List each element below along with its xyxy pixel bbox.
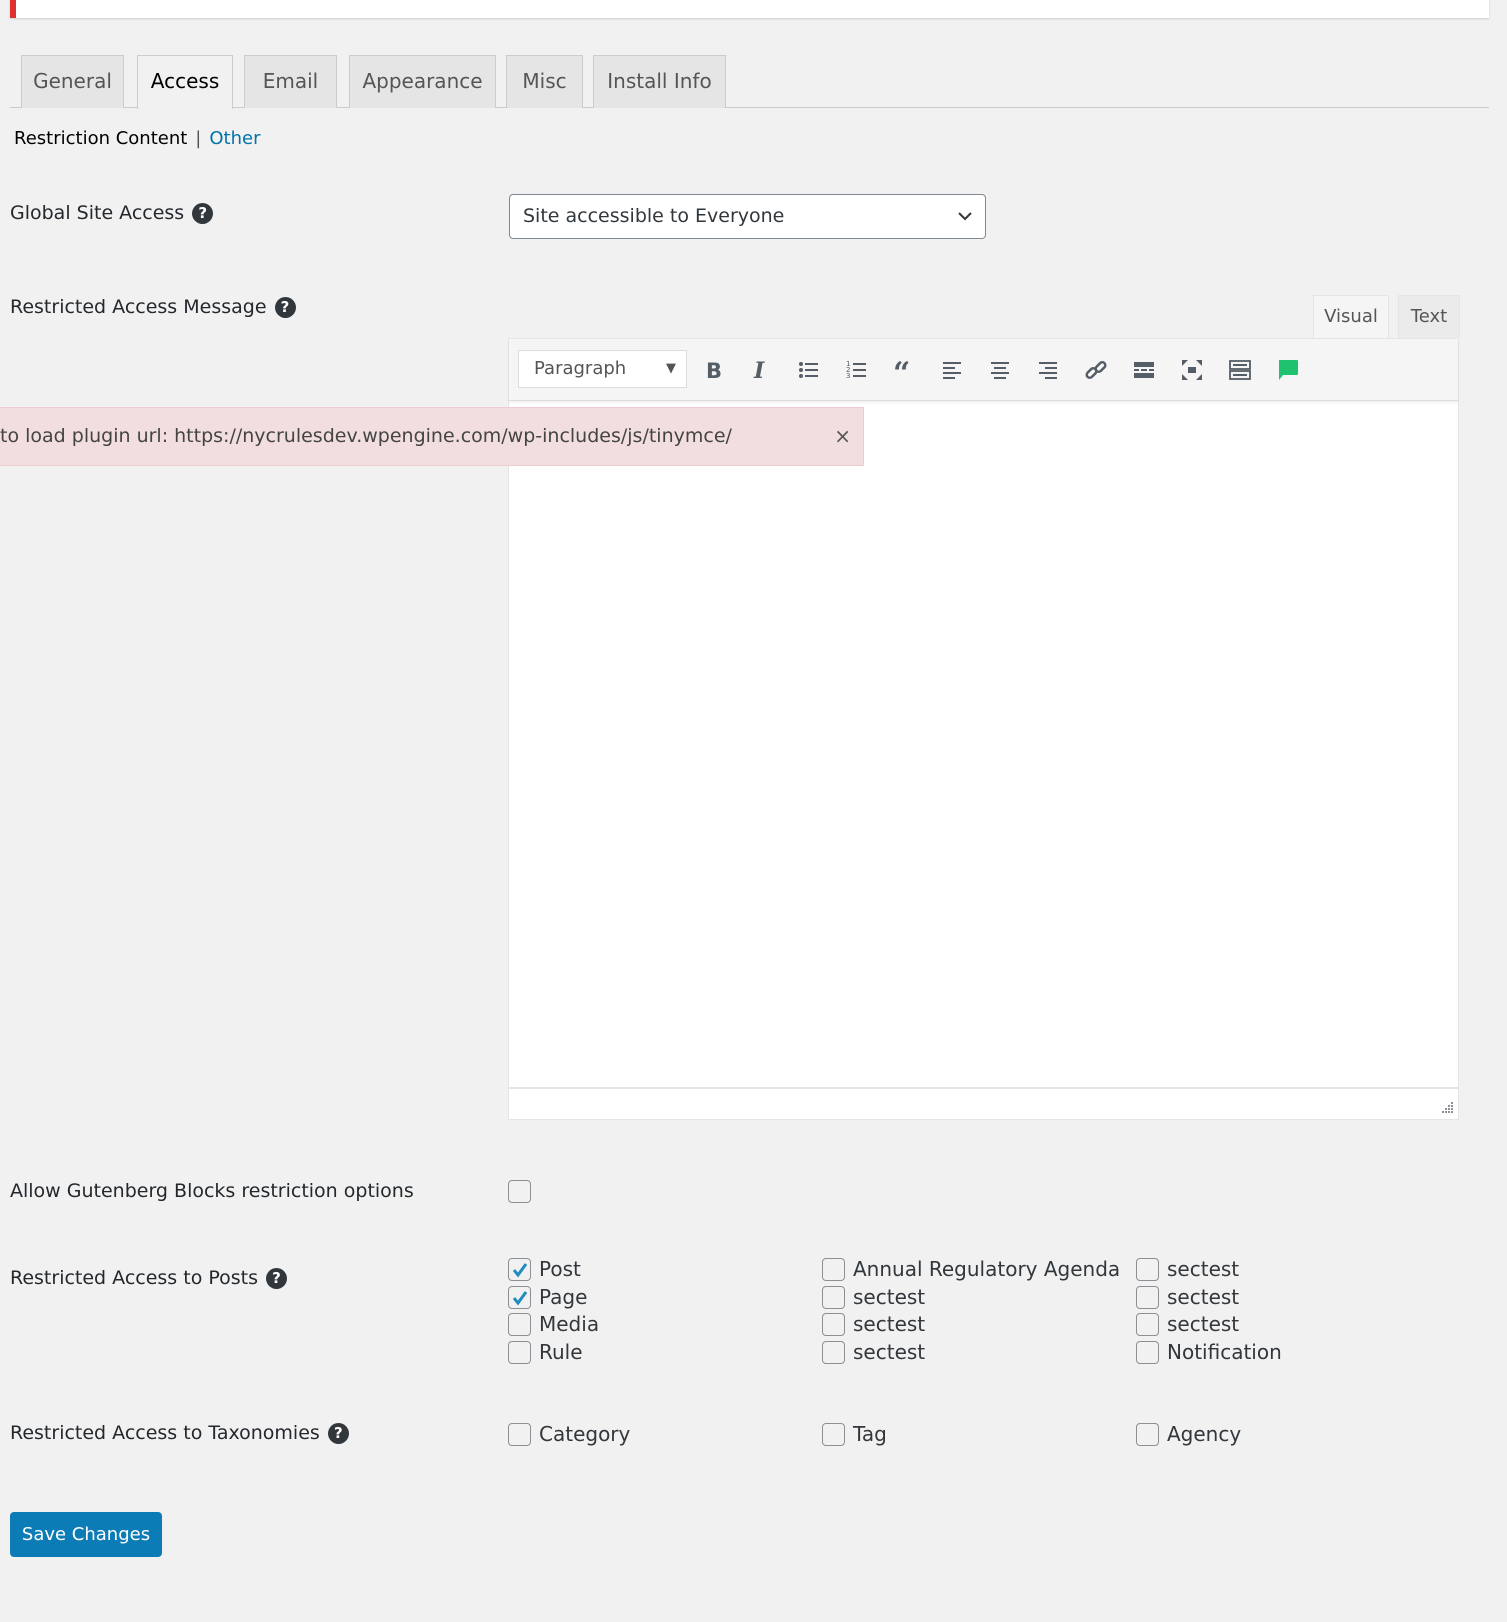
editor-status-bar: [509, 1087, 1458, 1119]
editor-toolbar: Paragraph ▼ B I 123 “: [509, 339, 1458, 401]
subnav-separator: |: [195, 128, 202, 149]
editor-content-area[interactable]: [509, 402, 1458, 1085]
fullscreen-icon[interactable]: [1175, 353, 1209, 387]
post-type-sectest-checkbox[interactable]: [1136, 1258, 1159, 1281]
post-type-sectest-label: sectest: [1167, 1284, 1240, 1309]
tab-access[interactable]: Access: [137, 55, 233, 109]
post-type-sectest-checkbox[interactable]: [822, 1285, 845, 1309]
question-circle-icon[interactable]: ?: [274, 297, 296, 318]
italic-icon[interactable]: I: [744, 353, 778, 387]
checkmark-icon: [512, 1290, 528, 1305]
save-changes-button[interactable]: Save Changes: [10, 1512, 162, 1557]
restricted-posts-label: Restricted Access to Posts?: [10, 1267, 288, 1289]
align-right-icon[interactable]: [1031, 353, 1065, 387]
post-type-post-checkbox[interactable]: [508, 1258, 531, 1281]
post-type-sectest-checkbox[interactable]: [1136, 1285, 1159, 1309]
post-type-annual-regulatory-agenda-checkbox[interactable]: [822, 1258, 845, 1281]
close-icon[interactable]: ×: [834, 408, 851, 465]
taxonomy-tag-label: Tag: [853, 1422, 887, 1446]
subnav-restriction-content: Restriction Content: [14, 128, 188, 149]
bold-icon[interactable]: B: [696, 353, 730, 387]
settings-tabs: General Access Email Appearance Misc Ins…: [10, 55, 1489, 109]
align-left-icon[interactable]: [935, 353, 969, 387]
post-type-sectest-label: sectest: [853, 1339, 926, 1364]
tab-email[interactable]: Email: [244, 55, 337, 108]
restricted-taxonomies-text: Restricted Access to Taxonomies: [10, 1422, 320, 1444]
bullet-list-icon[interactable]: [792, 353, 826, 387]
question-circle-icon[interactable]: ?: [327, 1423, 349, 1444]
post-type-sectest-checkbox[interactable]: [1136, 1313, 1159, 1336]
post-type-post-label: Post: [539, 1257, 581, 1281]
blockquote-icon[interactable]: “: [887, 353, 921, 387]
tab-general[interactable]: General: [21, 55, 124, 108]
toolbar-toggle-icon[interactable]: [1223, 353, 1257, 387]
tab-misc[interactable]: Misc: [506, 55, 583, 108]
link-icon[interactable]: [1079, 353, 1113, 387]
read-more-icon[interactable]: [1127, 353, 1161, 387]
post-type-rule-checkbox[interactable]: [508, 1340, 531, 1364]
numbered-list-icon[interactable]: 123: [840, 353, 874, 387]
editor-tab-text[interactable]: Text: [1398, 295, 1460, 338]
post-type-page-label: Page: [539, 1284, 588, 1309]
align-center-icon[interactable]: [983, 353, 1017, 387]
admin-notice: [10, 0, 1489, 18]
post-type-notification-checkbox[interactable]: [1136, 1340, 1159, 1364]
post-type-sectest-label: sectest: [1167, 1257, 1240, 1281]
svg-text:3: 3: [846, 372, 850, 380]
restricted-taxonomies-label: Restricted Access to Taxonomies?: [10, 1422, 349, 1444]
gutenberg-checkbox[interactable]: [508, 1180, 531, 1203]
tab-install-info[interactable]: Install Info: [593, 55, 726, 108]
editor-tab-visual[interactable]: Visual: [1313, 295, 1389, 338]
taxonomy-category-checkbox[interactable]: [508, 1423, 531, 1446]
restricted-posts-text: Restricted Access to Posts: [10, 1267, 259, 1289]
checkmark-icon: [512, 1263, 528, 1278]
svg-text:B: B: [706, 359, 722, 382]
post-type-sectest-label: sectest: [1167, 1312, 1240, 1336]
post-type-media-label: Media: [539, 1312, 600, 1336]
post-type-sectest-label: sectest: [853, 1312, 926, 1336]
chevron-down-icon: [957, 195, 973, 256]
sub-navigation: Restriction Content | Other: [14, 128, 260, 149]
plugin-load-error-notice: to load plugin url: https://nycrulesdev.…: [0, 407, 864, 466]
taxonomy-tag-checkbox[interactable]: [822, 1423, 845, 1446]
question-circle-icon[interactable]: ?: [266, 1268, 288, 1289]
format-select[interactable]: Paragraph ▼: [518, 350, 687, 388]
svg-text:“: “: [893, 358, 910, 382]
global-site-access-label: Global Site Access?: [10, 202, 214, 224]
selected-value: Site accessible to Everyone: [523, 205, 785, 227]
post-type-page-checkbox[interactable]: [508, 1285, 531, 1309]
svg-text:I: I: [753, 358, 765, 382]
post-type-sectest-checkbox[interactable]: [822, 1340, 845, 1364]
post-type-annual-regulatory-agenda-label: Annual Regulatory Agenda: [853, 1257, 1121, 1281]
caret-down-icon: ▼: [666, 361, 676, 376]
post-type-media-checkbox[interactable]: [508, 1313, 531, 1336]
gutenberg-label: Allow Gutenberg Blocks restriction optio…: [10, 1180, 414, 1202]
format-value: Paragraph: [534, 358, 627, 379]
resize-handle-icon[interactable]: [1440, 1101, 1454, 1115]
post-type-rule-label: Rule: [539, 1339, 583, 1364]
comment-icon[interactable]: [1271, 353, 1305, 387]
taxonomy-category-label: Category: [539, 1422, 631, 1446]
tab-appearance[interactable]: Appearance: [349, 55, 496, 108]
taxonomy-agency-checkbox[interactable]: [1136, 1423, 1159, 1446]
global-site-access-select[interactable]: Site accessible to Everyone: [509, 194, 986, 239]
restricted-message-label: Restricted Access Message?: [10, 296, 296, 318]
question-circle-icon[interactable]: ?: [192, 203, 214, 224]
post-type-notification-label: Notification: [1167, 1339, 1282, 1364]
post-type-sectest-checkbox[interactable]: [822, 1313, 845, 1336]
restricted-message-text: Restricted Access Message: [10, 296, 267, 318]
error-text: to load plugin url: https://nycrulesdev.…: [0, 425, 732, 447]
subnav-other-link[interactable]: Other: [209, 128, 260, 149]
global-site-access-text: Global Site Access: [10, 202, 185, 224]
post-type-sectest-label: sectest: [853, 1284, 926, 1309]
taxonomy-agency-label: Agency: [1167, 1422, 1242, 1446]
